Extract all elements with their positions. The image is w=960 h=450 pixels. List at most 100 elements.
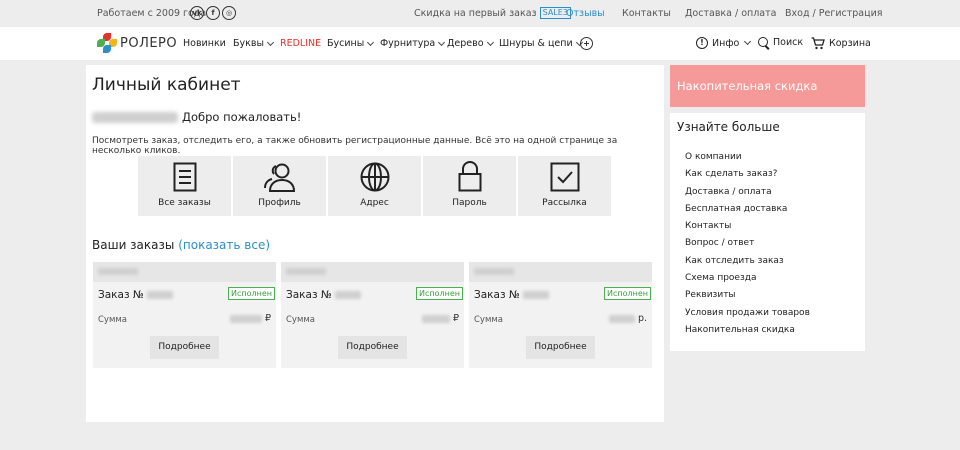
nav-wood[interactable]: Дерево: [447, 38, 494, 49]
chevron-down-icon: [438, 38, 446, 46]
account-panel: Личный кабинет Добро пожаловать! Посмотр…: [86, 65, 664, 422]
order-id-redacted: [334, 291, 361, 299]
chevron-down-icon: [744, 37, 752, 46]
sidebar-link[interactable]: Доставка / оплата: [685, 187, 810, 204]
status-badge: Исполнен: [415, 287, 463, 300]
social-links: vk f ◎: [190, 6, 236, 20]
orders-list: Заказ № Исполнен Сумма ₽ Подробнее Заказ…: [93, 262, 652, 368]
order-number: Заказ №: [474, 289, 549, 301]
sidebar-link[interactable]: Реквизиты: [685, 290, 810, 307]
welcome-line: Добро пожаловать!: [92, 110, 301, 124]
sum-redacted: [421, 314, 450, 323]
tile-profile[interactable]: Профиль: [233, 156, 326, 216]
promo-text: Скидка на первый заказ: [414, 7, 537, 19]
nav-beads[interactable]: Бусины: [327, 38, 375, 49]
search-label: Поиск: [773, 37, 804, 48]
cumulative-discount-banner[interactable]: Накопительная скидка: [670, 65, 865, 107]
order-number: Заказ №: [286, 289, 361, 301]
instagram-icon[interactable]: ◎: [222, 6, 236, 20]
status-badge: Исполнен: [227, 287, 275, 300]
order-prefix: Заказ №: [474, 289, 520, 301]
sidebar-link[interactable]: Условия продажи товаров: [685, 308, 810, 325]
order-id-redacted: [146, 291, 173, 299]
promo: Скидка на первый заказ SALE3: [414, 7, 571, 19]
order-details-button[interactable]: Подробнее: [150, 336, 219, 359]
order-date-redacted: [469, 262, 652, 282]
order-card: Заказ № Исполнен Сумма ₽ Подробнее: [93, 262, 276, 368]
chevron-down-icon: [486, 38, 494, 46]
page-title: Личный кабинет: [92, 75, 241, 95]
order-details-button[interactable]: Подробнее: [338, 336, 407, 359]
info-icon: !: [696, 37, 708, 49]
show-all-orders-link[interactable]: (показать все): [178, 238, 270, 252]
nav-cords[interactable]: Шнуры & цепи: [499, 38, 583, 49]
logo[interactable]: РОЛЕРО: [97, 33, 177, 53]
nav-redline[interactable]: REDLINE: [280, 38, 321, 49]
login-link[interactable]: Вход / Регистрация: [785, 8, 882, 19]
tile-all-orders[interactable]: Все заказы: [138, 156, 231, 216]
tile-label: Профиль: [258, 198, 301, 208]
sidebar-link[interactable]: Как сделать заказ?: [685, 169, 810, 186]
tile-label: Адрес: [360, 198, 389, 208]
sidebar-info: Узнайте больше О компании Как сделать за…: [670, 113, 865, 351]
order-card: Заказ № Исполнен Сумма ₽ Подробнее: [281, 262, 464, 368]
contacts-link[interactable]: Контакты: [622, 8, 671, 19]
users-icon: [263, 163, 295, 192]
tile-password[interactable]: Пароль: [423, 156, 516, 216]
sidebar-link[interactable]: Как отследить заказ: [685, 256, 810, 273]
sum-label: Сумма: [474, 315, 503, 325]
checkbox-icon: [550, 162, 579, 192]
nav-new[interactable]: Новинки: [183, 38, 226, 49]
sum-label: Сумма: [98, 315, 127, 325]
sidebar-link[interactable]: О компании: [685, 152, 810, 169]
plus-icon[interactable]: [580, 37, 593, 50]
info-menu[interactable]: ! Инфо: [696, 37, 752, 49]
order-number: Заказ №: [98, 289, 173, 301]
sidebar-heading: Узнайте больше: [677, 120, 780, 134]
nav-findings-label: Фурнитура: [380, 38, 436, 49]
sum-label: Сумма: [286, 315, 315, 325]
sidebar-link[interactable]: Накопительная скидка: [685, 325, 810, 342]
order-sum: р.: [608, 313, 647, 324]
nav-findings[interactable]: Фурнитура: [380, 38, 446, 49]
logo-icon: [97, 33, 117, 53]
tile-label: Пароль: [452, 198, 487, 208]
tile-address[interactable]: Адрес: [328, 156, 421, 216]
sidebar-link[interactable]: Вопрос / ответ: [685, 238, 810, 255]
currency: ₽: [264, 313, 271, 324]
account-description: Посмотреть заказ, отследить его, а также…: [92, 136, 618, 156]
nav-letters[interactable]: Буквы: [233, 38, 275, 49]
facebook-icon[interactable]: f: [206, 6, 220, 20]
cart-label: Корзина: [829, 38, 871, 49]
globe-icon: [360, 162, 389, 192]
top-bar: Работаем с 2009 года vk f ◎ Скидка на пе…: [0, 0, 960, 27]
delivery-link[interactable]: Доставка / оплата: [685, 8, 776, 19]
chevron-down-icon: [266, 38, 275, 46]
reviews-link[interactable]: Отзывы: [566, 8, 605, 19]
sidebar-link[interactable]: Схема проезда: [685, 273, 810, 290]
order-id-redacted: [522, 291, 549, 299]
document-icon: [173, 162, 196, 192]
main-nav: РОЛЕРО Новинки Буквы REDLINE Бусины Фурн…: [0, 27, 960, 60]
nav-letters-label: Буквы: [233, 38, 264, 49]
nav-beads-label: Бусины: [327, 38, 365, 49]
status-badge: Исполнен: [603, 287, 651, 300]
sidebar-link[interactable]: Контакты: [685, 221, 810, 238]
sidebar-links: О компании Как сделать заказ? Доставка /…: [685, 152, 810, 342]
chevron-down-icon: [367, 38, 375, 46]
search-button[interactable]: Поиск: [758, 37, 803, 48]
account-tiles: Все заказы Профиль Адрес Пароль Рассылка: [138, 156, 611, 216]
currency: ₽: [452, 313, 459, 324]
nav-wood-label: Дерево: [447, 38, 484, 49]
tile-newsletter[interactable]: Рассылка: [518, 156, 611, 216]
order-details-button[interactable]: Подробнее: [526, 336, 595, 359]
order-sum: ₽: [421, 313, 459, 324]
vk-icon[interactable]: vk: [190, 6, 204, 20]
nav-cords-label: Шнуры & цепи: [499, 38, 573, 49]
sidebar-link[interactable]: Бесплатная доставка: [685, 204, 810, 221]
cart-button[interactable]: Корзина: [811, 37, 871, 50]
orders-heading-text: Ваши заказы: [92, 238, 175, 252]
lock-icon: [458, 161, 481, 192]
order-date-redacted: [281, 262, 464, 282]
currency: р.: [637, 313, 647, 324]
